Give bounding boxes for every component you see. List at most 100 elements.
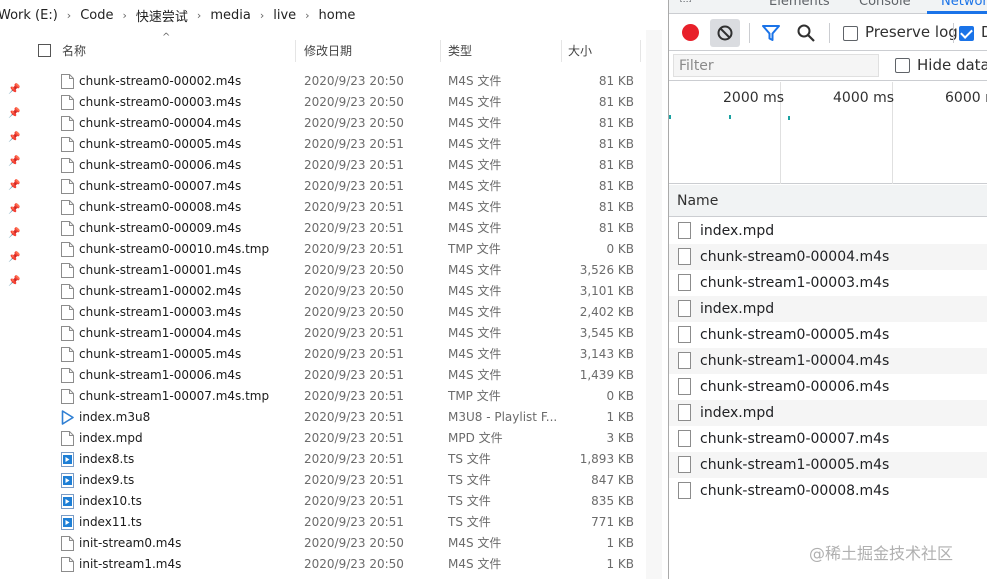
breadcrumb-chevron-icon[interactable]: › [300,9,314,22]
pin-icon[interactable]: 📌 [8,84,20,96]
file-row[interactable]: init-stream1.m4s 2020/9/23 20:50 M4S 文件 1 K… [26,554,646,575]
breadcrumb-item-quick-try[interactable]: 快速尝试 [132,6,192,25]
hide-data-urls-label[interactable]: Hide data U [917,56,987,74]
file-modified-date: 2020/9/23 20:51 [304,158,404,172]
file-name: chunk-stream0-00010.m4s.tmp [79,242,270,256]
file-size: 81 KB [598,221,634,235]
preserve-log-checkbox[interactable] [843,26,858,41]
search-button[interactable] [796,23,816,47]
inspect-element-icon[interactable]: ⬚ [679,0,692,4]
file-size: 0 KB [606,389,634,403]
file-row[interactable]: chunk-stream0-00003.m4s 2020/9/23 20:50 M4… [26,92,646,113]
request-row[interactable]: chunk-stream0-00006.m4s [669,374,987,400]
file-icon [61,74,74,89]
file-row[interactable]: chunk-stream0-00009.m4s 2020/9/23 20:51 M4… [26,218,646,239]
request-row[interactable]: chunk-stream0-00007.m4s [669,426,987,452]
file-row[interactable]: chunk-stream1-00004.m4s 2020/9/23 20:51 M4… [26,323,646,344]
search-icon [797,24,815,42]
file-row[interactable]: chunk-stream0-00010.m4s.tmp 2020/9/23 20:… [26,239,646,260]
file-row[interactable]: chunk-stream1-00001.m4s 2020/9/23 20:50 M4… [26,260,646,281]
file-size: 81 KB [598,95,634,109]
request-row[interactable]: chunk-stream1-00004.m4s [669,348,987,374]
tab-elements[interactable]: Elements [769,0,830,14]
pin-icon[interactable]: 📌 [8,252,20,264]
file-size: 1 KB [606,410,634,424]
request-row[interactable]: index.mpd [669,296,987,322]
file-row[interactable]: chunk-stream1-00002.m4s 2020/9/23 20:50 M4… [26,281,646,302]
file-row[interactable]: chunk-stream0-00002.m4s 2020/9/23 20:50 M4… [26,71,646,92]
file-row[interactable]: chunk-stream0-00007.m4s 2020/9/23 20:51 M4… [26,176,646,197]
timeline-label-2000: 2000 ms [723,90,785,106]
breadcrumb-chevron-icon[interactable]: › [62,9,76,22]
file-type: M4S 文件 [448,179,502,193]
request-row[interactable]: chunk-stream0-00005.m4s [669,322,987,348]
filter-input[interactable] [673,54,879,77]
pin-icon[interactable]: 📌 [8,132,20,144]
file-type: M4S 文件 [448,95,502,109]
record-button[interactable] [682,24,699,41]
file-row[interactable]: chunk-stream1-00003.m4s 2020/9/23 20:50 M4… [26,302,646,323]
file-row[interactable]: index.m3u8 2020/9/23 20:51 M3U8 - Playlist… [26,407,646,428]
preserve-log-label[interactable]: Preserve log [865,23,958,41]
vertical-scrollbar[interactable] [646,30,662,579]
disable-cache-label[interactable]: D [981,23,987,41]
device-toolbar-icon[interactable]: ▭ [713,0,726,4]
breadcrumb-item-media[interactable]: media [206,8,255,23]
timeline-request-mark [729,115,731,119]
request-row[interactable]: index.mpd [669,400,987,426]
file-row[interactable]: chunk-stream0-00005.m4s 2020/9/23 20:51 M4… [26,134,646,155]
column-name[interactable]: 名称 [62,38,86,64]
pin-icon[interactable]: 📌 [8,228,20,240]
breadcrumb-item-code[interactable]: Code [76,8,117,23]
breadcrumb-item-home[interactable]: home [315,8,360,23]
file-size: 847 KB [591,473,634,487]
column-divider[interactable] [295,40,296,62]
file-row[interactable]: chunk-stream1-00006.m4s 2020/9/23 20:51 M4… [26,365,646,386]
file-row[interactable]: chunk-stream0-00008.m4s 2020/9/23 20:51 M4… [26,197,646,218]
request-row[interactable]: index.mpd [669,218,987,244]
breadcrumb-chevron-icon[interactable]: › [117,9,131,22]
breadcrumb-chevron-icon[interactable]: › [255,9,269,22]
file-type: M4S 文件 [448,368,502,382]
breadcrumb-chevron-icon[interactable]: › [192,9,206,22]
request-row[interactable]: chunk-stream1-00003.m4s [669,270,987,296]
request-name: chunk-stream1-00003.m4s [700,275,890,291]
breadcrumb-item-drive[interactable]: Work (E:) [0,8,62,23]
file-row[interactable]: chunk-stream0-00004.m4s 2020/9/23 20:50 M4… [26,113,646,134]
column-size[interactable]: 大小 [568,38,592,64]
network-overview-timeline[interactable]: 2000 ms 4000 ms 6000 m [669,82,987,184]
file-row[interactable]: chunk-stream1-00005.m4s 2020/9/23 20:51 M4… [26,344,646,365]
column-divider[interactable] [640,40,641,62]
disable-cache-checkbox[interactable] [959,26,974,41]
pin-icon[interactable]: 📌 [8,180,20,192]
request-row[interactable]: chunk-stream0-00008.m4s [669,478,987,504]
pin-icon[interactable]: 📌 [8,204,20,216]
column-date[interactable]: 修改日期 [304,38,352,64]
column-type[interactable]: 类型 [448,38,472,64]
file-row[interactable]: chunk-stream1-00007.m4s.tmp 2020/9/23 20:… [26,386,646,407]
file-row[interactable]: index9.ts 2020/9/23 20:51 TS 文件 847 KB [26,470,646,491]
pin-icon[interactable]: 📌 [8,276,20,288]
file-row[interactable]: index.mpd 2020/9/23 20:51 MPD 文件 3 KB [26,428,646,449]
hide-data-urls-checkbox[interactable] [895,58,910,73]
requests-column-name[interactable]: Name [669,185,987,217]
column-divider[interactable] [440,40,441,62]
pin-icon[interactable]: 📌 [8,156,20,168]
column-divider[interactable] [561,40,562,62]
file-size: 0 KB [606,242,634,256]
file-row[interactable]: chunk-stream0-00006.m4s 2020/9/23 20:51 M4… [26,155,646,176]
breadcrumb-item-live[interactable]: live [269,8,300,23]
request-row[interactable]: chunk-stream1-00005.m4s [669,452,987,478]
filter-button[interactable] [761,23,781,47]
file-row[interactable]: index11.ts 2020/9/23 20:51 TS 文件 771 KB [26,512,646,533]
file-row[interactable]: index8.ts 2020/9/23 20:51 TS 文件 1,893 KB [26,449,646,470]
timeline-request-mark [788,116,790,120]
file-row[interactable]: index10.ts 2020/9/23 20:51 TS 文件 835 KB [26,491,646,512]
pin-icon[interactable]: 📌 [8,108,20,120]
select-all-checkbox[interactable] [38,44,51,57]
request-row[interactable]: chunk-stream0-00004.m4s [669,244,987,270]
tab-console[interactable]: Console [859,0,911,14]
file-row[interactable]: init-stream0.m4s 2020/9/23 20:50 M4S 文件 1 K… [26,533,646,554]
file-modified-date: 2020/9/23 20:50 [304,536,404,550]
clear-button[interactable] [710,19,740,47]
